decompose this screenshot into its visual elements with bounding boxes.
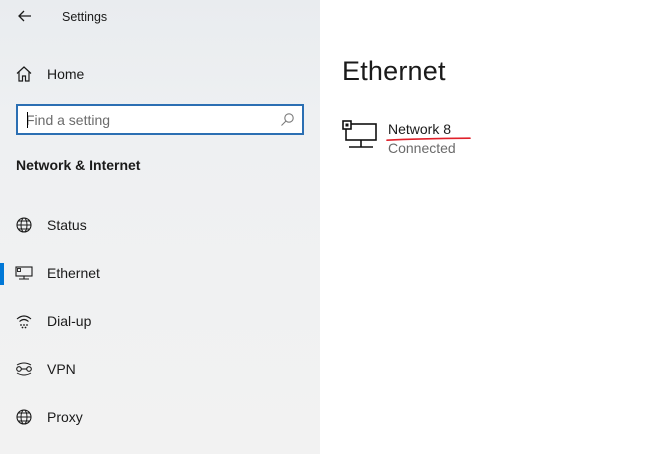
home-nav-item[interactable]: Home [0, 60, 320, 88]
globe-status-icon [16, 217, 32, 233]
back-arrow-icon [18, 10, 31, 22]
globe-icon [16, 409, 32, 425]
search-input[interactable] [26, 110, 276, 130]
network-status: Connected [388, 140, 456, 156]
selection-indicator [0, 263, 4, 285]
sidebar-item-ethernet[interactable]: Ethernet [0, 253, 320, 293]
ethernet-network-icon [342, 120, 377, 148]
sidebar-item-label: Status [47, 217, 87, 233]
network-name: Network 8 [388, 121, 452, 137]
back-button[interactable] [12, 4, 38, 28]
sidebar-item-vpn[interactable]: VPN [0, 349, 320, 389]
vpn-icon [16, 362, 32, 376]
text-caret [27, 112, 28, 128]
sidebar: Settings Home Network & Internet St [0, 0, 320, 454]
sidebar-item-label: Proxy [47, 409, 83, 425]
search-box[interactable] [16, 104, 304, 135]
home-label: Home [47, 66, 85, 82]
ethernet-icon [15, 266, 33, 280]
main-content: Ethernet Network 8 Connected [320, 0, 672, 454]
sidebar-item-label: VPN [47, 361, 76, 377]
search-icon[interactable] [280, 112, 295, 127]
sidebar-item-proxy[interactable]: Proxy [0, 397, 320, 437]
home-icon [16, 66, 32, 82]
title-bar: Settings [0, 0, 320, 34]
sidebar-item-dial-up[interactable]: Dial-up [0, 301, 320, 341]
network-item[interactable]: Network 8 Connected [342, 116, 562, 164]
dial-up-icon [16, 315, 32, 329]
page-title: Ethernet [342, 56, 446, 86]
section-title: Network & Internet [16, 157, 141, 173]
settings-window: Settings Home Network & Internet St [0, 0, 672, 454]
sidebar-item-status[interactable]: Status [0, 205, 320, 245]
sidebar-item-label: Dial-up [47, 313, 92, 329]
sidebar-item-label: Ethernet [47, 265, 100, 281]
app-title: Settings [62, 10, 108, 24]
